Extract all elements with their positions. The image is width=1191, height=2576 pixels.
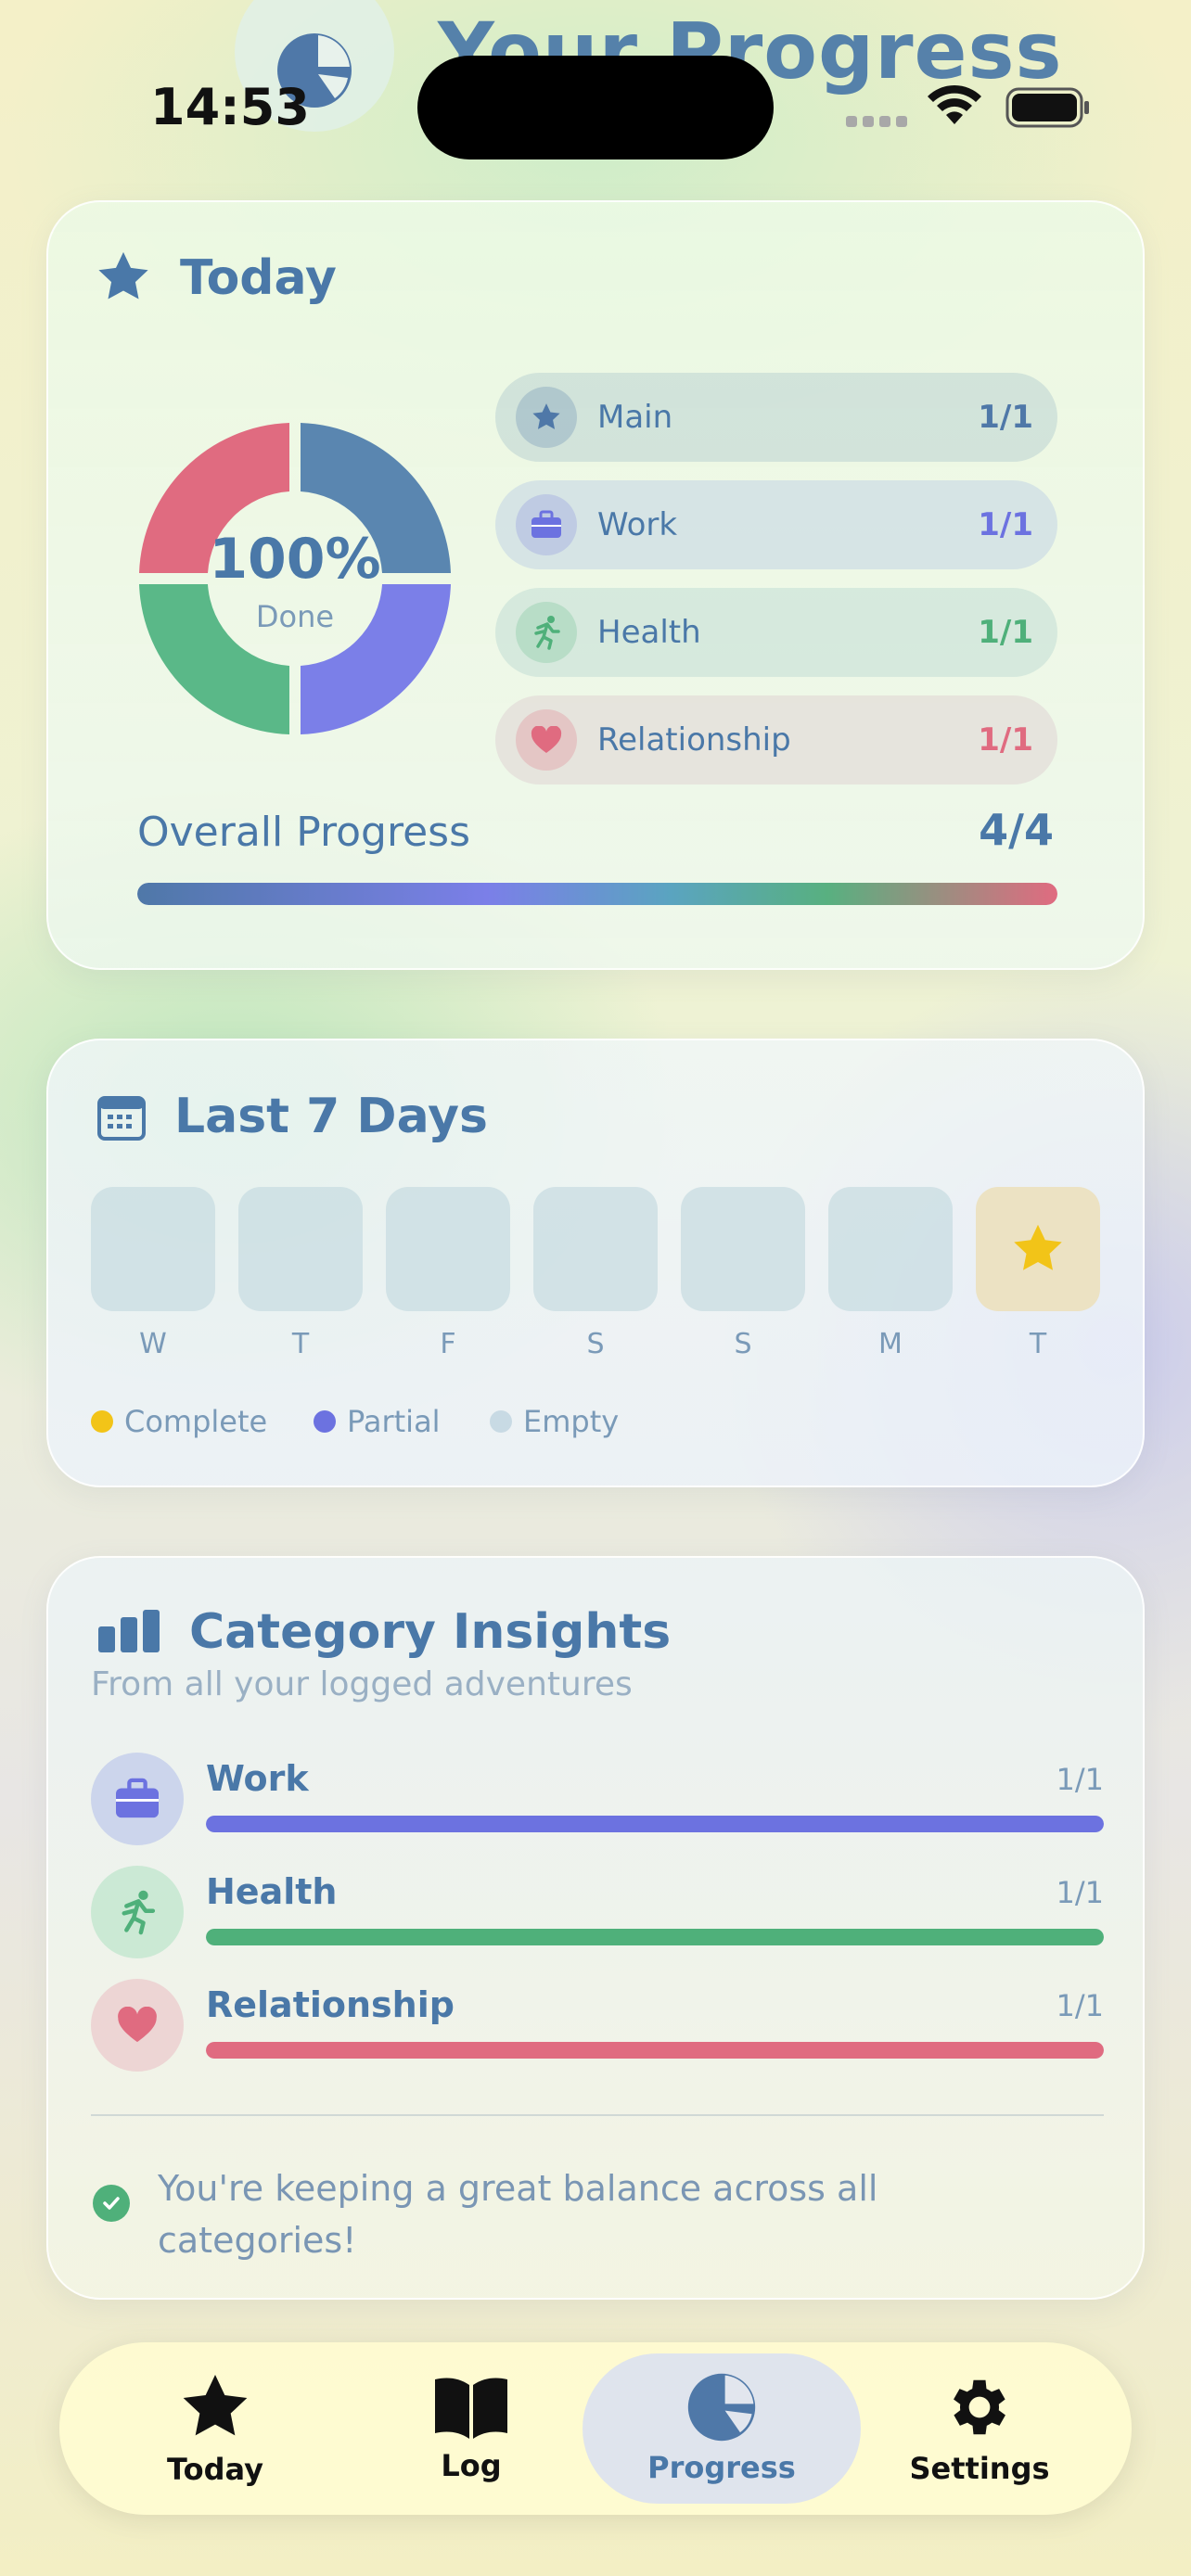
category-pill-work[interactable]: Work 1/1	[495, 480, 1057, 569]
legend-label: Empty	[523, 1404, 620, 1439]
day-box[interactable]	[91, 1187, 215, 1311]
star-icon	[98, 251, 148, 300]
legend-empty: Empty	[490, 1404, 619, 1439]
running-icon	[516, 602, 577, 663]
day-box[interactable]	[386, 1187, 510, 1311]
category-insights-card: Category Insights From all your logged a…	[46, 1556, 1145, 2300]
category-count: 1/1	[978, 506, 1033, 543]
insight-count: 1/1	[1056, 1988, 1105, 2023]
running-icon	[91, 1866, 184, 1958]
legend-label: Complete	[124, 1404, 268, 1439]
star-icon	[183, 2375, 248, 2436]
today-title: Today	[180, 250, 337, 306]
category-pill-main[interactable]: Main 1/1	[495, 373, 1057, 462]
day-label: S	[734, 1328, 752, 1360]
tab-today[interactable]: Today	[76, 2353, 354, 2504]
checkmark-icon	[93, 2185, 130, 2222]
star-icon	[516, 387, 577, 448]
category-label: Relationship	[597, 721, 791, 759]
insight-bar	[206, 1929, 1104, 1945]
tab-label: Settings	[909, 2451, 1050, 2486]
overall-progress-fill	[137, 883, 1057, 905]
category-count: 1/1	[978, 614, 1033, 651]
tab-bar: Today Log Progress Settings	[59, 2342, 1132, 2515]
insight-bar-fill	[206, 1816, 1104, 1832]
balance-message: You're keeping a great balance across al…	[158, 2168, 878, 2261]
category-pill-relationship[interactable]: Relationship 1/1	[495, 695, 1057, 784]
tab-progress[interactable]: Progress	[583, 2353, 861, 2504]
insights-title: Category Insights	[189, 1604, 672, 1660]
insight-bar	[206, 2042, 1104, 2059]
briefcase-icon	[91, 1753, 184, 1845]
signal-icon	[846, 116, 907, 127]
week-title: Last 7 Days	[174, 1089, 488, 1144]
insight-row-relationship[interactable]: Relationship 1/1	[91, 1979, 1104, 2072]
insight-row-work[interactable]: Work 1/1	[91, 1753, 1104, 1845]
insight-name: Work	[206, 1758, 309, 1799]
tab-label: Log	[441, 2448, 502, 2483]
heart-icon	[516, 709, 577, 771]
tab-settings[interactable]: Settings	[840, 2353, 1119, 2504]
book-icon	[435, 2378, 507, 2439]
insight-bar-fill	[206, 2042, 1104, 2059]
category-label: Work	[597, 506, 678, 543]
category-label: Health	[597, 614, 701, 651]
day-label: T	[291, 1328, 310, 1360]
day-box[interactable]	[681, 1187, 805, 1311]
day-box-complete[interactable]	[976, 1187, 1100, 1311]
divider	[91, 2114, 1104, 2116]
wifi-icon	[928, 84, 981, 124]
insight-count: 1/1	[1056, 1762, 1105, 1797]
overall-progress-value: 4/4	[979, 805, 1054, 855]
legend-complete: Complete	[91, 1404, 267, 1439]
overall-progress-label: Overall Progress	[137, 809, 471, 856]
day-label: W	[139, 1328, 167, 1360]
tab-label: Today	[167, 2452, 263, 2487]
bar-chart-icon	[98, 1610, 160, 1652]
category-pill-health[interactable]: Health 1/1	[495, 588, 1057, 677]
insight-count: 1/1	[1056, 1875, 1105, 1910]
pie-chart-icon	[687, 2373, 756, 2442]
briefcase-icon	[516, 494, 577, 555]
insight-bar	[206, 1816, 1104, 1832]
gear-icon	[954, 2379, 1005, 2435]
legend-label: Partial	[347, 1404, 441, 1439]
insight-bar-fill	[206, 1929, 1104, 1945]
insight-name: Health	[206, 1871, 338, 1912]
last-7-days-card: Last 7 Days W T F S S M T Complete Parti…	[46, 1039, 1145, 1487]
calendar-icon	[97, 1096, 146, 1141]
star-icon	[1014, 1224, 1062, 1270]
category-count: 1/1	[978, 399, 1033, 436]
category-label: Main	[597, 399, 673, 436]
donut-percent: 100%	[209, 527, 381, 592]
overall-progress-bar	[137, 883, 1057, 905]
heart-icon	[91, 1979, 184, 2072]
today-card: Today 100% Done Main 1/1 Work 1/1 Health…	[46, 200, 1145, 970]
day-label: S	[586, 1328, 605, 1360]
category-count: 1/1	[978, 721, 1033, 759]
day-box[interactable]	[533, 1187, 658, 1311]
tab-label: Progress	[647, 2450, 796, 2485]
status-time: 14:53	[150, 78, 310, 136]
battery-icon	[1005, 87, 1089, 128]
dynamic-island	[417, 56, 774, 159]
insight-name: Relationship	[206, 1984, 455, 2025]
day-box[interactable]	[828, 1187, 953, 1311]
insights-subtitle: From all your logged adventures	[91, 1665, 633, 1703]
donut-subtext: Done	[255, 599, 335, 634]
legend-partial: Partial	[314, 1404, 441, 1439]
insight-row-health[interactable]: Health 1/1	[91, 1866, 1104, 1958]
tab-log[interactable]: Log	[332, 2353, 610, 2504]
day-box[interactable]	[238, 1187, 363, 1311]
day-label: M	[878, 1328, 903, 1360]
day-label: F	[440, 1328, 456, 1360]
day-label: T	[1029, 1328, 1047, 1360]
